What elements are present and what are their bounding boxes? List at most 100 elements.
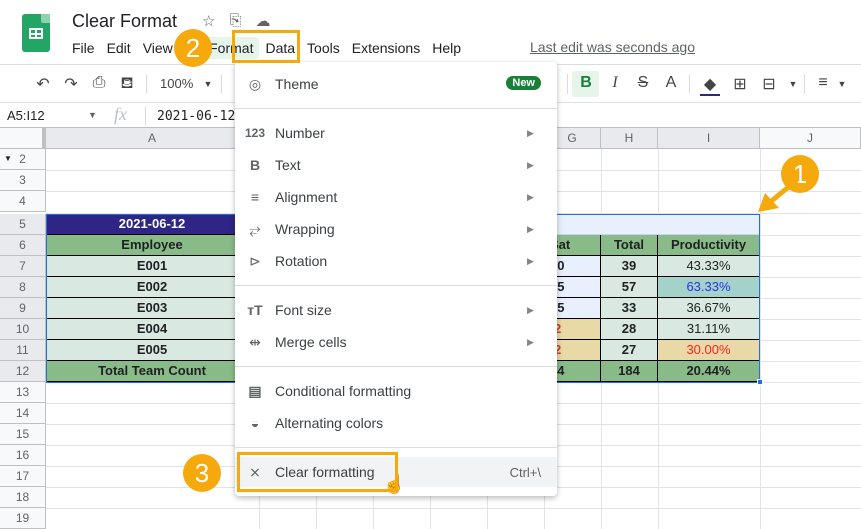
menu-file[interactable]: File: [66, 40, 101, 56]
name-box[interactable]: A5:I12: [7, 108, 45, 123]
submenu-arrow-icon: ▶: [527, 127, 534, 138]
move-folder-icon[interactable]: ⎘: [229, 12, 241, 30]
star-icon[interactable]: ☆: [202, 12, 215, 30]
fill-color-icon[interactable]: ◆: [700, 74, 720, 96]
gridline: [760, 277, 861, 278]
merge-icon[interactable]: ⊟: [759, 74, 779, 94]
borders-icon[interactable]: ⊞: [730, 74, 750, 94]
gridline: [760, 340, 861, 341]
column-header-j[interactable]: J: [760, 128, 861, 149]
shortcut-label: Ctrl+\: [509, 464, 541, 480]
row-header[interactable]: 7: [0, 256, 46, 277]
menu-extensions[interactable]: Extensions: [346, 40, 426, 56]
column-header-a[interactable]: A: [46, 128, 259, 149]
conditional-format-icon: ▤: [248, 382, 262, 399]
row-header[interactable]: 18: [0, 487, 46, 508]
merge-dropdown-icon[interactable]: ▼: [783, 79, 803, 89]
redo-icon[interactable]: ↷: [61, 74, 81, 94]
submenu-arrow-icon: ▶: [527, 304, 534, 315]
column-header-h[interactable]: H: [601, 128, 658, 149]
menu-item-merge-cells[interactable]: ⇹ Merge cells ▶: [235, 327, 557, 357]
row-header[interactable]: 3: [0, 170, 46, 191]
row-header[interactable]: 5: [0, 214, 46, 235]
paint-format-icon[interactable]: ⛾: [117, 74, 137, 94]
row-header[interactable]: 4: [0, 191, 46, 212]
row-header[interactable]: 10: [0, 319, 46, 340]
menu-view[interactable]: View: [137, 40, 179, 56]
row-header[interactable]: 8: [0, 277, 46, 298]
clear-formatting-highlight: [237, 452, 398, 492]
menu-item-alignment[interactable]: ≡ Alignment ▶: [235, 182, 557, 212]
row-header[interactable]: 15: [0, 424, 46, 445]
menu-item-wrapping[interactable]: ⥂ Wrapping ▶: [235, 214, 557, 244]
format-menu-highlight: [232, 30, 300, 63]
text-wrap-icon: ⥂: [249, 220, 261, 237]
cloud-saved-icon[interactable]: ☁: [255, 12, 270, 30]
row-header[interactable]: 6: [0, 235, 46, 256]
gridline: [760, 298, 861, 299]
submenu-arrow-icon: ▶: [527, 223, 534, 234]
undo-icon[interactable]: ↶: [33, 74, 53, 94]
callout-step-3: 3: [183, 454, 221, 492]
palette-icon: ◎: [248, 75, 262, 92]
sheets-logo[interactable]: [22, 14, 50, 52]
document-title[interactable]: Clear Format: [72, 11, 177, 32]
menu-tools[interactable]: Tools: [301, 40, 346, 56]
last-edit-link[interactable]: Last edit was seconds ago: [530, 39, 695, 55]
menu-item-text[interactable]: B Text ▶: [235, 150, 557, 180]
row-header[interactable]: 16: [0, 445, 46, 466]
align-dropdown-icon[interactable]: ▼: [832, 79, 852, 89]
gridline: [760, 235, 861, 236]
toolbar-separator: [567, 74, 568, 94]
menu-item-conditional-formatting[interactable]: ▤ Conditional formatting: [235, 376, 557, 406]
bold-text-icon: B: [249, 157, 261, 173]
menu-item-theme[interactable]: ◎ Theme New: [235, 69, 557, 99]
submenu-arrow-icon: ▶: [527, 159, 534, 170]
row-header[interactable]: 19: [0, 508, 46, 529]
formula-input[interactable]: 2021-06-12: [157, 109, 235, 124]
toolbar-separator: [146, 74, 147, 94]
fill-handle[interactable]: [757, 379, 763, 385]
menu-divider: [235, 366, 557, 367]
menu-edit[interactable]: Edit: [101, 40, 137, 56]
alternating-colors-icon: ◒: [250, 415, 260, 431]
column-header-i[interactable]: I: [658, 128, 760, 149]
italic-icon[interactable]: I: [605, 74, 625, 92]
bold-icon[interactable]: B: [576, 74, 596, 92]
callout-step-2: 2: [174, 29, 212, 67]
row-header[interactable]: 9: [0, 298, 46, 319]
menu-item-rotation[interactable]: ⊳ Rotation ▶: [235, 246, 557, 276]
align-left-icon: ≡: [250, 189, 260, 205]
collapse-icon[interactable]: ▼: [4, 149, 12, 169]
merge-cells-icon: ⇹: [249, 333, 261, 350]
fx-icon: fx: [114, 104, 127, 124]
row-header[interactable]: 17: [0, 466, 46, 487]
menu-divider: [235, 285, 557, 286]
menu-help[interactable]: Help: [426, 40, 467, 56]
submenu-arrow-icon: ▶: [527, 255, 534, 266]
zoom-dropdown-icon[interactable]: ▼: [198, 79, 218, 89]
row-header[interactable]: 12: [0, 361, 46, 382]
menu-divider: [235, 108, 557, 109]
row-header[interactable]: 13: [0, 382, 46, 403]
menu-item-alternating-colors[interactable]: ◒ Alternating colors: [235, 408, 557, 438]
gridline: [760, 256, 861, 257]
print-icon[interactable]: ⎙: [89, 74, 109, 92]
row-header[interactable]: ▼ 2: [0, 149, 46, 170]
submenu-arrow-icon: ▶: [527, 336, 534, 347]
callout-arrow-icon: [758, 178, 799, 212]
align-icon[interactable]: ≡: [813, 74, 833, 92]
strikethrough-icon[interactable]: S: [633, 74, 653, 92]
select-all-corner[interactable]: [0, 128, 46, 149]
font-size-icon: ᴛT: [247, 302, 263, 318]
row-header[interactable]: 11: [0, 340, 46, 361]
gridline: [760, 382, 861, 383]
gridline: [46, 508, 861, 509]
menu-item-number[interactable]: 123 Number ▶: [235, 118, 557, 148]
text-color-icon[interactable]: A: [661, 74, 681, 92]
menu-item-font-size[interactable]: ᴛT Font size ▶: [235, 295, 557, 325]
zoom-select[interactable]: 100%: [160, 76, 193, 91]
name-box-dropdown-icon[interactable]: ▼: [88, 110, 97, 120]
row-header[interactable]: 14: [0, 403, 46, 424]
toolbar-separator: [689, 74, 690, 94]
